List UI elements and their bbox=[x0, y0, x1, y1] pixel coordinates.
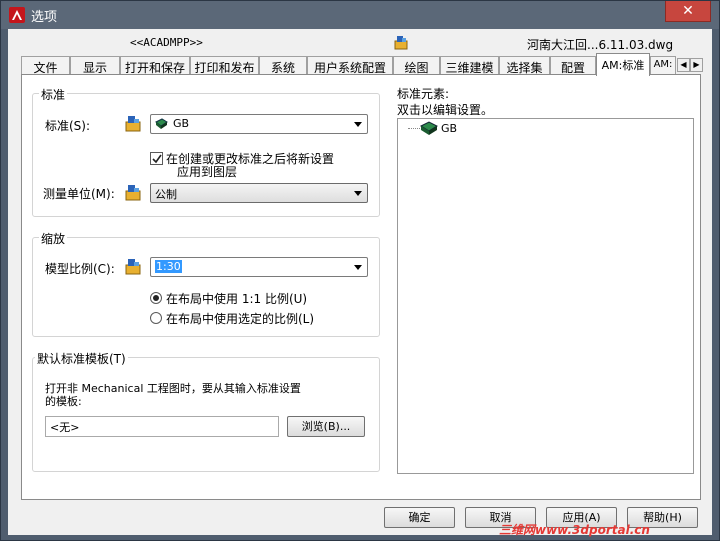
tab-open-save[interactable]: 打开和保存 bbox=[120, 56, 190, 75]
scale-group: 缩放 模型比例(C): 1:30 在布局中使用 1:1 比例(U) 在布局中使用… bbox=[32, 230, 380, 337]
units-select[interactable]: 公制 bbox=[150, 183, 368, 203]
autocad-app-icon bbox=[9, 7, 25, 23]
apply-to-layers-label-2: 应用到图层 bbox=[177, 165, 238, 179]
tab-strip: 文件 显示 打开和保存 打印和发布 系统 用户系统配置 绘图 三维建模 选择集 … bbox=[21, 53, 703, 76]
tab-drafting[interactable]: 绘图 bbox=[393, 56, 440, 75]
units-book-icon[interactable] bbox=[124, 183, 142, 201]
scale-book-icon[interactable] bbox=[124, 257, 142, 275]
model-scale-value: 1:30 bbox=[155, 260, 182, 273]
standard-label: 标准(S): bbox=[45, 119, 91, 133]
am-standards-panel: 标准 标准(S): GB 在创建或更改标准之后将新设置 应用到图层 测量单位(M… bbox=[21, 74, 701, 500]
browse-button[interactable]: 浏览(B)... bbox=[287, 416, 365, 437]
window-title: 选项 bbox=[31, 10, 58, 25]
chevron-down-icon bbox=[354, 265, 362, 270]
title-bar[interactable]: 选项 ✕ bbox=[1, 1, 719, 29]
tab-am-standards[interactable]: AM:标准 bbox=[596, 53, 650, 76]
apply-to-layers-checkbox[interactable] bbox=[150, 152, 163, 165]
scale-group-title: 缩放 bbox=[39, 230, 68, 247]
units-value: 公制 bbox=[155, 188, 177, 201]
tab-plot-publish[interactable]: 打印和发布 bbox=[190, 56, 259, 75]
tab-display[interactable]: 显示 bbox=[70, 56, 120, 75]
standard-group: 标准 标准(S): GB 在创建或更改标准之后将新设置 应用到图层 测量单位(M… bbox=[32, 86, 380, 217]
tab-am-more[interactable]: AM: bbox=[650, 56, 676, 75]
standard-group-title: 标准 bbox=[39, 86, 68, 103]
tab-user-preferences[interactable]: 用户系统配置 bbox=[307, 56, 393, 75]
template-description-1: 打开非 Mechanical 工程图时，要从其输入标准设置 bbox=[45, 382, 301, 395]
options-dialog: 选项 ✕ <<ACADMPP>> 河南大江回...6.11.03.dwg 文件 … bbox=[0, 0, 720, 541]
model-scale-label: 模型比例(C): bbox=[45, 262, 115, 276]
tab-files[interactable]: 文件 bbox=[21, 56, 70, 75]
current-drawing: 河南大江回...6.11.03.dwg bbox=[527, 38, 674, 52]
tree-connector bbox=[408, 128, 420, 129]
standard-elements-tree[interactable]: GB bbox=[397, 118, 694, 474]
standards-book-icon[interactable] bbox=[124, 114, 142, 132]
dialog-client: <<ACADMPP>> 河南大江回...6.11.03.dwg 文件 显示 打开… bbox=[8, 29, 712, 535]
current-profile: <<ACADMPP>> bbox=[130, 36, 203, 49]
tree-item-gb[interactable]: GB bbox=[441, 122, 457, 135]
ok-button[interactable]: 确定 bbox=[384, 507, 455, 528]
profile-bar: <<ACADMPP>> 河南大江回...6.11.03.dwg bbox=[8, 29, 712, 56]
template-group-title: 默认标准模板(T) bbox=[35, 350, 128, 367]
tab-scroll-right[interactable]: ▶ bbox=[690, 58, 703, 72]
template-group: 默认标准模板(T) 打开非 Mechanical 工程图时，要从其输入标准设置 … bbox=[32, 350, 380, 472]
chevron-down-icon bbox=[354, 191, 362, 196]
standard-gb-icon bbox=[419, 121, 439, 139]
scale-selected-radio[interactable] bbox=[150, 312, 162, 324]
model-scale-select[interactable]: 1:30 bbox=[150, 257, 368, 277]
scale-1-1-label: 在布局中使用 1:1 比例(U) bbox=[166, 292, 308, 306]
close-button[interactable]: ✕ bbox=[665, 1, 711, 22]
scale-selected-label: 在布局中使用选定的比例(L) bbox=[166, 312, 315, 326]
standard-value: GB bbox=[173, 117, 190, 130]
template-path-value: <无> bbox=[50, 421, 80, 434]
tab-profiles[interactable]: 配置 bbox=[550, 56, 596, 75]
tab-selection[interactable]: 选择集 bbox=[499, 56, 550, 75]
template-description-2: 的模板: bbox=[45, 395, 82, 408]
scale-1-1-radio[interactable] bbox=[150, 292, 162, 304]
standard-select[interactable]: GB bbox=[150, 114, 368, 134]
tab-3d-modeling[interactable]: 三维建模 bbox=[440, 56, 499, 75]
elements-title: 标准元素: bbox=[397, 87, 450, 101]
standard-gb-icon bbox=[155, 118, 168, 133]
elements-hint: 双击以编辑设置。 bbox=[397, 103, 494, 117]
units-label: 测量单位(M): bbox=[43, 187, 115, 201]
tab-scroll-left[interactable]: ◀ bbox=[677, 58, 690, 72]
tab-system[interactable]: 系统 bbox=[259, 56, 307, 75]
watermark: 三维网www.3dportal.cn bbox=[499, 523, 650, 537]
chevron-down-icon bbox=[354, 122, 362, 127]
template-path-input[interactable]: <无> bbox=[45, 416, 279, 437]
profile-icon bbox=[393, 34, 409, 53]
